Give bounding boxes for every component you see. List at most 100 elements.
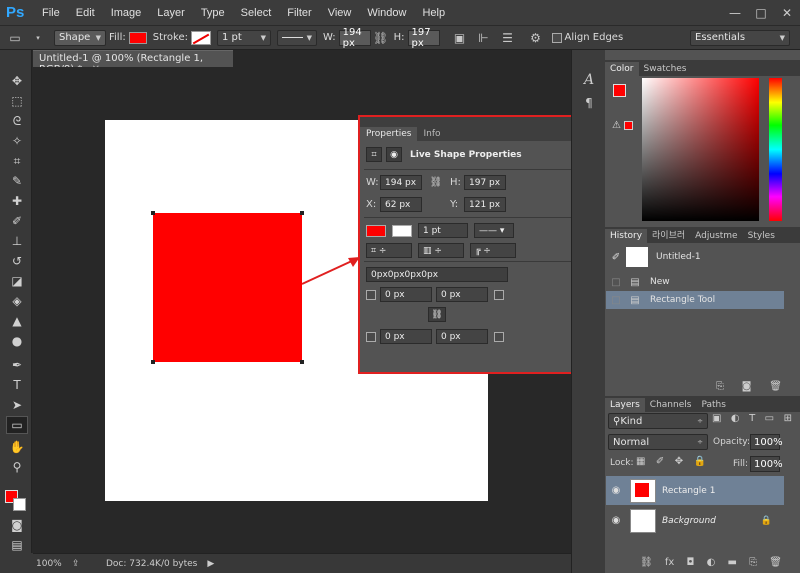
trash-icon[interactable]: 🗑 xyxy=(769,557,782,571)
menu-window[interactable]: Window xyxy=(359,7,414,19)
menu-type[interactable]: Type xyxy=(193,7,233,19)
add-mask-icon[interactable]: ◘ xyxy=(687,557,695,571)
adjustment-layer-icon[interactable]: ◐ xyxy=(707,557,716,571)
tab-color[interactable]: Color xyxy=(605,62,639,76)
width-field[interactable]: 194 px xyxy=(338,27,371,49)
close-button[interactable]: ✕ xyxy=(774,6,800,20)
lock-all-icon[interactable]: 🔒 xyxy=(694,456,706,467)
color-picker-field[interactable] xyxy=(642,78,759,221)
zoom-tool-icon[interactable]: ⚲ xyxy=(6,458,28,476)
history-source-checkbox[interactable]: □ xyxy=(606,295,626,306)
link-layers-icon[interactable]: ⛓ xyxy=(640,557,653,571)
anchor-point[interactable] xyxy=(300,211,304,215)
anchor-point[interactable] xyxy=(151,211,155,215)
history-snapshot[interactable]: ✐ Untitled-1 xyxy=(606,244,784,270)
fill-color-swatch[interactable] xyxy=(128,31,147,44)
fill-field[interactable]: 100% xyxy=(750,456,783,472)
path-operations-icon[interactable]: ▣ xyxy=(448,31,472,45)
adjustment-filter-icon[interactable]: ◐ xyxy=(731,413,740,429)
corner-radius-combined-field[interactable]: 0px0px0px0px xyxy=(366,267,508,282)
history-item-rectangle-tool[interactable]: □ ▤ Rectangle Tool xyxy=(606,291,784,309)
menu-help[interactable]: Help xyxy=(414,7,453,19)
eyedropper-tool-icon[interactable]: ✎ xyxy=(6,172,28,190)
path-arrangement-icon[interactable]: ☰ xyxy=(496,31,520,45)
stroke-type-dropdown[interactable]: ▼ xyxy=(276,29,317,46)
camera-icon[interactable]: ◙ xyxy=(742,381,752,395)
dodge-tool-icon[interactable]: ● xyxy=(6,332,28,350)
move-tool-icon[interactable]: ✥ xyxy=(6,72,28,90)
tab-info[interactable]: Info xyxy=(417,127,446,141)
anchor-point[interactable] xyxy=(300,360,304,364)
brush-tool-icon[interactable]: ✐ xyxy=(6,212,28,230)
history-source-checkbox[interactable]: □ xyxy=(606,277,626,288)
rectangle-tool-preset-icon[interactable]: ▭ xyxy=(0,31,30,45)
layer-style-icon[interactable]: fx xyxy=(665,557,674,571)
minimize-button[interactable]: — xyxy=(722,6,748,20)
zoom-level[interactable]: 100% xyxy=(36,559,66,569)
tool-mode-dropdown[interactable]: Shape ▼ xyxy=(54,29,106,46)
fill-swatch[interactable] xyxy=(366,224,386,237)
tab-styles[interactable]: Styles xyxy=(743,229,780,243)
menu-filter[interactable]: Filter xyxy=(279,7,319,19)
stroke-width-field[interactable]: 1 pt ▼ xyxy=(216,29,271,46)
height-field[interactable]: 197 px xyxy=(407,27,440,49)
tab-layers[interactable]: Layers xyxy=(605,398,645,412)
preset-dropdown-icon[interactable]: ▾ xyxy=(30,34,46,42)
x-field[interactable]: 62 px xyxy=(380,197,422,212)
tab-paths[interactable]: Paths xyxy=(696,398,730,412)
type-tool-icon[interactable]: T xyxy=(6,376,28,394)
gear-icon[interactable]: ⚙ xyxy=(524,31,548,45)
menu-select[interactable]: Select xyxy=(233,7,280,19)
background-color-swatch[interactable] xyxy=(13,498,26,511)
quick-selection-tool-icon[interactable]: ✧ xyxy=(6,132,28,150)
stroke-color-swatch[interactable] xyxy=(190,30,211,45)
maximize-button[interactable]: □ xyxy=(748,6,774,20)
anchor-point[interactable] xyxy=(151,360,155,364)
menu-view[interactable]: View xyxy=(320,7,360,19)
document-tab[interactable]: Untitled-1 @ 100% (Rectangle 1, RGB/8) *… xyxy=(33,50,233,75)
paint-bucket-tool-icon[interactable]: ◈ xyxy=(6,292,28,310)
stroke-corners-dropdown[interactable]: ╔ ÷ xyxy=(470,243,516,258)
brush-source-icon[interactable]: ✐ xyxy=(606,252,626,263)
path-selection-tool-icon[interactable]: ➤ xyxy=(6,396,28,414)
trash-icon[interactable]: 🗑 xyxy=(769,381,782,395)
menu-layer[interactable]: Layer xyxy=(149,7,193,19)
blur-tool-icon[interactable]: ▲ xyxy=(6,312,28,330)
type-filter-icon[interactable]: T xyxy=(749,413,755,429)
tab-swatches[interactable]: Swatches xyxy=(639,62,692,76)
color-foreground-swatch[interactable] xyxy=(613,84,626,97)
marquee-tool-icon[interactable]: ⬚ xyxy=(6,92,28,110)
eye-icon[interactable]: ◉ xyxy=(606,515,626,526)
corner-bl-field[interactable]: 0 px xyxy=(380,329,432,344)
smart-object-filter-icon[interactable]: ⊞ xyxy=(784,413,792,429)
lock-transparency-icon[interactable]: ▦ xyxy=(636,456,645,467)
stroke-align-dropdown[interactable]: ⌗ ÷ xyxy=(366,243,412,258)
workspace-dropdown[interactable]: Essentials ▼ xyxy=(690,29,790,46)
paragraph-panel-icon[interactable]: ¶ xyxy=(580,96,598,114)
eye-icon[interactable]: ◉ xyxy=(606,485,626,496)
blend-mode-dropdown[interactable]: Normal ÷ xyxy=(608,434,708,450)
new-document-from-state-icon[interactable]: ⎘ xyxy=(716,381,724,395)
new-layer-icon[interactable]: ⎘ xyxy=(749,557,757,571)
corner-tl-field[interactable]: 0 px xyxy=(380,287,432,302)
stroke-width-field[interactable]: 1 pt xyxy=(418,223,468,238)
character-panel-icon[interactable]: A xyxy=(580,72,598,90)
layer-row-rectangle-1[interactable]: ◉ Rectangle 1 xyxy=(606,476,784,505)
panel-collapse-bar[interactable]: ◂◂ ✕ xyxy=(360,117,596,126)
opacity-field[interactable]: 100% xyxy=(750,434,783,450)
shape-filter-icon[interactable]: ▭ xyxy=(765,413,774,429)
link-corners-icon[interactable]: ⛓ xyxy=(428,307,446,322)
stroke-swatch[interactable] xyxy=(392,224,412,237)
w-field[interactable]: 194 px xyxy=(380,175,422,190)
path-alignment-icon[interactable]: ⊩ xyxy=(472,31,496,45)
hand-tool-icon[interactable]: ✋ xyxy=(6,438,28,456)
red-rectangle-shape[interactable] xyxy=(151,211,304,364)
rectangle-tool-icon[interactable]: ▭ xyxy=(6,416,28,434)
clone-stamp-tool-icon[interactable]: ⊥ xyxy=(6,232,28,250)
tab-properties[interactable]: Properties xyxy=(360,127,418,141)
y-field[interactable]: 121 px xyxy=(464,197,506,212)
gamut-swatch[interactable] xyxy=(624,121,633,130)
pen-tool-icon[interactable]: ✒ xyxy=(6,356,28,374)
tab-libraries[interactable]: 라이브러 xyxy=(647,226,690,243)
hue-slider[interactable] xyxy=(769,78,782,221)
